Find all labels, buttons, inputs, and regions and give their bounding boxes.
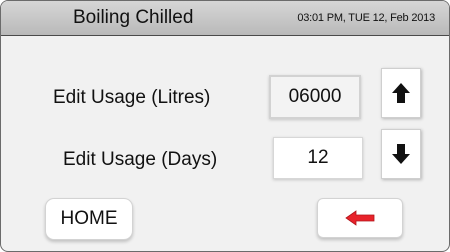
back-button[interactable] [317,198,403,238]
home-button[interactable]: HOME [45,198,133,240]
arrow-down-icon [392,144,410,164]
title-bar: Boiling Chilled 03:01 PM, TUE 12, Feb 20… [1,1,449,36]
device-screen: Boiling Chilled 03:01 PM, TUE 12, Feb 20… [0,0,450,252]
usage-litres-field[interactable]: 06000 [269,75,361,119]
increase-button[interactable] [381,68,421,118]
usage-days-field[interactable]: 12 [273,137,363,179]
arrow-left-icon [345,210,375,226]
arrow-up-icon [392,83,410,103]
usage-days-label: Edit Usage (Days) [63,149,218,170]
usage-litres-label: Edit Usage (Litres) [53,87,211,108]
date-time: 03:01 PM, TUE 12, Feb 2013 [297,12,435,24]
decrease-button[interactable] [381,129,421,179]
screen-title: Boiling Chilled [73,7,194,28]
